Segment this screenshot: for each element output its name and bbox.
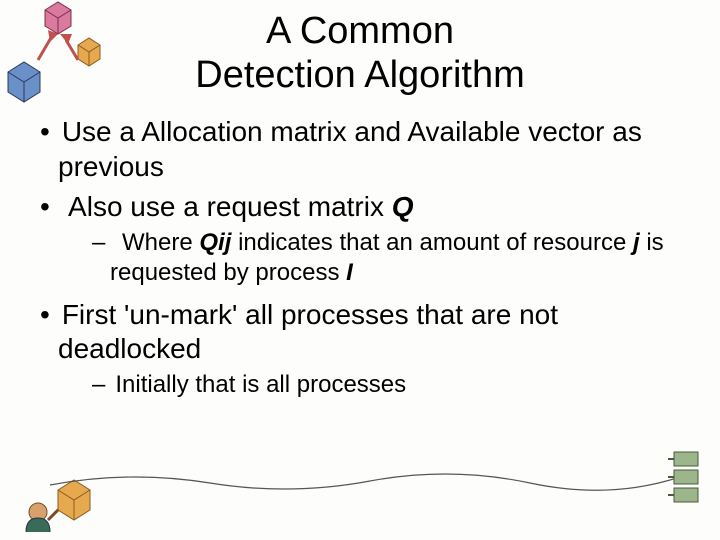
b2s-pre: Where <box>122 229 199 256</box>
bullet-3-sublist: Initially that is all processes <box>58 370 690 400</box>
title-line-1: A Common <box>266 10 454 52</box>
bullet-2: Also use a request matrix Q Where Qij in… <box>30 190 690 288</box>
slide-body: Use a Allocation matrix and Available ve… <box>0 97 720 400</box>
b2s-qij: Qij <box>199 229 231 256</box>
b2s-i: I <box>346 259 353 286</box>
wavy-line <box>50 465 680 495</box>
bullet-3-sub: Initially that is all processes <box>88 370 690 400</box>
b2s-mid: indicates that an amount of resource <box>231 229 633 256</box>
bullet-list: Use a Allocation matrix and Available ve… <box>30 115 690 400</box>
bullet-2-text: Also use a request matrix <box>68 191 392 222</box>
bullet-3-sub-text: Initially that is all processes <box>115 371 406 398</box>
corner-cubes-graphic <box>0 0 110 110</box>
bullet-2-var-q: Q <box>392 191 414 222</box>
bullet-1: Use a Allocation matrix and Available ve… <box>30 115 690 183</box>
bullet-3-text: First 'un-mark' all processes that are n… <box>58 299 558 364</box>
bullet-3: First 'un-mark' all processes that are n… <box>30 298 690 400</box>
bullet-1-text: Use a Allocation matrix and Available ve… <box>58 116 642 181</box>
slide: A Common Detection Algorithm Use a Alloc… <box>0 0 720 540</box>
b2s-j: j <box>633 229 640 256</box>
bullet-2-sub: Where Qij indicates that an amount of re… <box>88 228 690 288</box>
stacked-boxes-graphic <box>668 450 708 510</box>
bullet-2-sublist: Where Qij indicates that an amount of re… <box>58 228 690 288</box>
title-line-2: Detection Algorithm <box>195 54 525 96</box>
